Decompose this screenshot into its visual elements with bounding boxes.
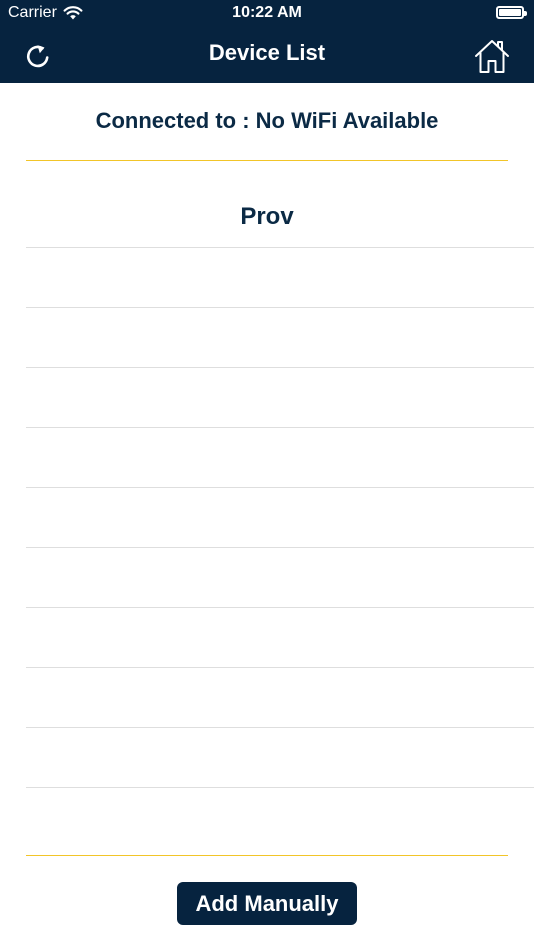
page-title: Device List (208, 40, 326, 65)
nav-bar: Device List (0, 28, 534, 83)
device-row[interactable] (26, 487, 534, 547)
top-divider (26, 160, 508, 161)
device-row[interactable] (26, 547, 534, 607)
connection-status: Connected to : No WiFi Available (95, 108, 439, 133)
device-row[interactable] (26, 607, 534, 667)
battery-icon (496, 6, 527, 19)
status-time: 10:22 AM (232, 4, 302, 21)
home-button[interactable] (470, 34, 514, 78)
top-bar: Carrier 10:22 AM Device List (0, 0, 534, 83)
device-row[interactable] (26, 247, 534, 307)
home-icon (475, 40, 509, 73)
device-row[interactable] (26, 427, 534, 487)
bottom-divider (26, 855, 508, 856)
device-row[interactable] (26, 787, 534, 847)
device-list (26, 247, 534, 847)
device-row[interactable] (26, 667, 534, 727)
status-bar: Carrier 10:22 AM (0, 0, 534, 28)
device-row[interactable] (26, 367, 534, 427)
device-row[interactable] (26, 727, 534, 787)
section-title: Prov (240, 203, 294, 230)
add-manually-button[interactable]: Add Manually (177, 882, 357, 925)
device-row[interactable] (26, 307, 534, 367)
